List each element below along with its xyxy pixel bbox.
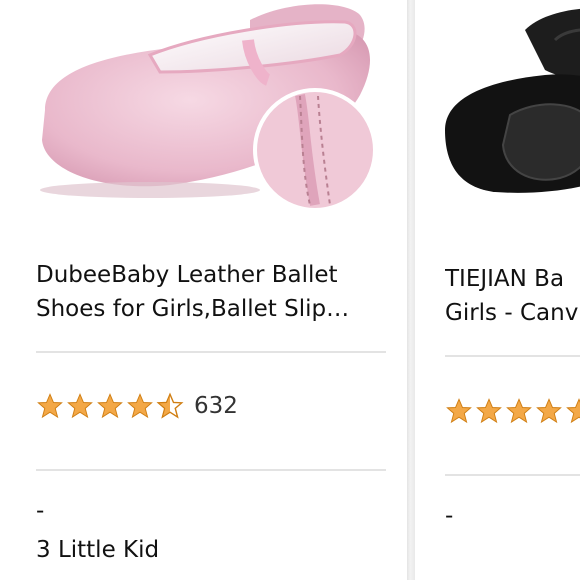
product-card[interactable]: DubeeBaby Leather Ballet Shoes for Girls… [0, 0, 407, 580]
pink-ballet-shoe-image[interactable] [0, 0, 407, 235]
price-placeholder: - [445, 503, 454, 529]
divider [36, 469, 386, 471]
star-full-icon [127, 393, 153, 419]
product-title[interactable]: DubeeBaby Leather Ballet Shoes for Girls… [36, 258, 386, 326]
card-separator [407, 0, 415, 580]
star-full-icon [446, 398, 472, 424]
star-full-icon [67, 393, 93, 419]
star-rating[interactable]: 632 [36, 392, 238, 420]
product-title[interactable]: TIEJIAN Ba Girls - Canv [445, 262, 580, 330]
star-full-icon [536, 398, 562, 424]
product-title-line: DubeeBaby Leather Ballet [36, 262, 338, 288]
review-count[interactable]: 632 [194, 393, 238, 419]
product-card[interactable]: TIEJIAN Ba Girls - Canv - [415, 0, 580, 580]
size-label: 3 Little Kid [36, 537, 160, 563]
star-full-icon [37, 393, 63, 419]
star-full-icon [506, 398, 532, 424]
divider [445, 474, 580, 476]
star-rating[interactable] [445, 397, 580, 425]
star-half-icon [156, 392, 184, 419]
divider [36, 351, 386, 353]
divider [445, 355, 580, 357]
black-canvas-ballet-shoe-image[interactable] [415, 0, 580, 235]
product-title-line: Girls - Canv [445, 300, 579, 326]
star-full-icon [566, 398, 580, 424]
star-full-icon [476, 398, 502, 424]
product-title-line: Shoes for Girls,Ballet Slip… [36, 296, 350, 322]
product-carousel: DubeeBaby Leather Ballet Shoes for Girls… [0, 0, 580, 580]
star-full-icon [97, 393, 123, 419]
product-title-line: TIEJIAN Ba [445, 266, 565, 292]
price-placeholder: - [36, 498, 45, 524]
